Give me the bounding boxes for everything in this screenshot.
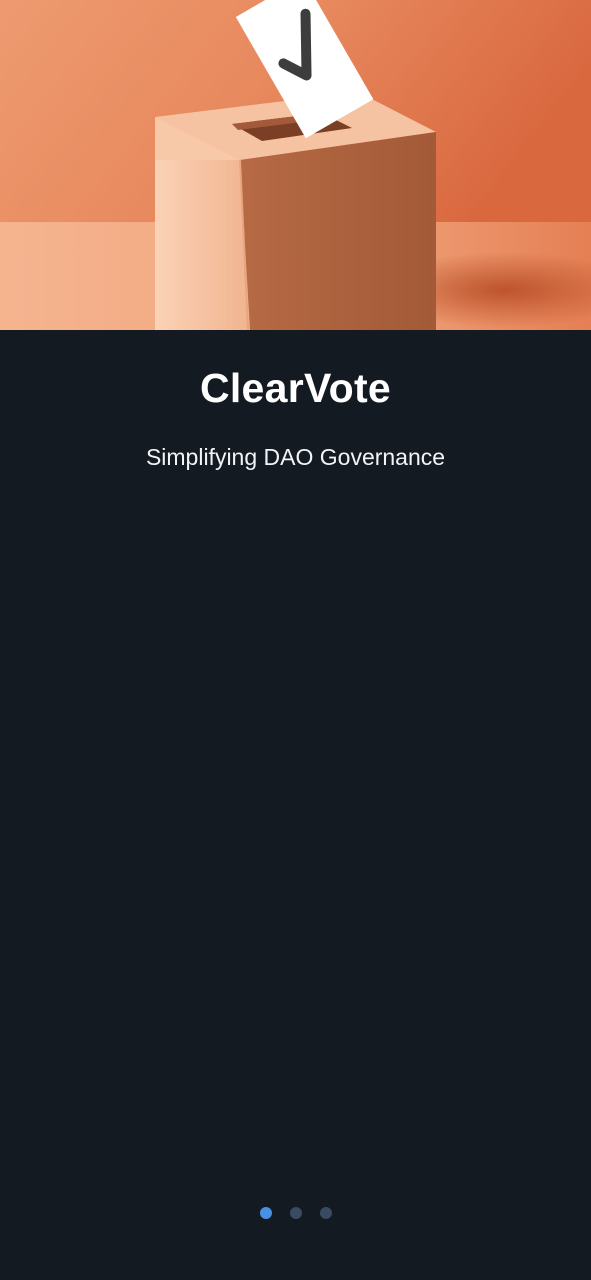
page-dot-2[interactable] (289, 1207, 302, 1219)
page-dot-1[interactable] (259, 1207, 272, 1219)
onboarding-screen: ClearVote Simplifying DAO Governance (0, 0, 591, 1280)
page-dot-3[interactable] (319, 1207, 332, 1219)
page-indicator (0, 1207, 591, 1219)
hero-image (0, 0, 591, 330)
app-tagline: Simplifying DAO Governance (145, 444, 446, 470)
app-title: ClearVote (199, 365, 392, 411)
